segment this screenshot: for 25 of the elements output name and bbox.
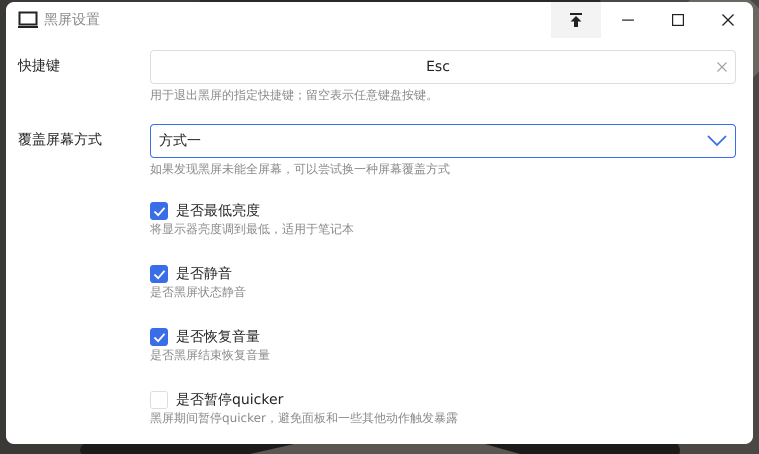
chevron-down-icon: [707, 135, 727, 147]
hint-text: 如果发现黑屏未能全屏幕，可以尝试换一种屏幕覆盖方式: [150, 161, 451, 178]
close-icon: [722, 14, 734, 26]
pin-to-top-button[interactable]: [551, 2, 601, 38]
pin-icon: [569, 13, 583, 27]
hint-text: 用于退出黑屏的指定快捷键；留空表示任意键盘按键。: [150, 87, 439, 104]
hint-text: 将显示器亮度调到最低，适用于笔记本: [150, 221, 355, 238]
cover-mode-dropdown[interactable]: 方式一: [150, 124, 736, 158]
clear-icon[interactable]: [717, 62, 727, 72]
field-label: 覆盖屏幕方式: [18, 131, 103, 150]
shortcut-field[interactable]: Esc: [150, 50, 736, 84]
checkbox[interactable]: [150, 265, 168, 283]
checkbox[interactable]: [150, 202, 168, 220]
monitor-icon: [18, 11, 38, 29]
checkbox-label[interactable]: 是否暂停quicker: [176, 391, 284, 409]
checkbox-label[interactable]: 是否恢复音量: [176, 328, 260, 346]
hint-text: 是否黑屏结束恢复音量: [150, 347, 271, 364]
field-label: 快捷键: [18, 57, 61, 76]
hint-text: 黑屏期间暂停quicker，避免面板和一些其他动作触发暴露: [150, 410, 459, 427]
checkbox-label[interactable]: 是否最低亮度: [176, 202, 260, 220]
checkbox-label[interactable]: 是否静音: [176, 265, 232, 283]
window-title: 黑屏设置: [44, 11, 100, 29]
hint-text: 是否黑屏状态静音: [150, 284, 247, 301]
checkbox[interactable]: [150, 328, 168, 346]
maximize-icon: [672, 14, 684, 26]
